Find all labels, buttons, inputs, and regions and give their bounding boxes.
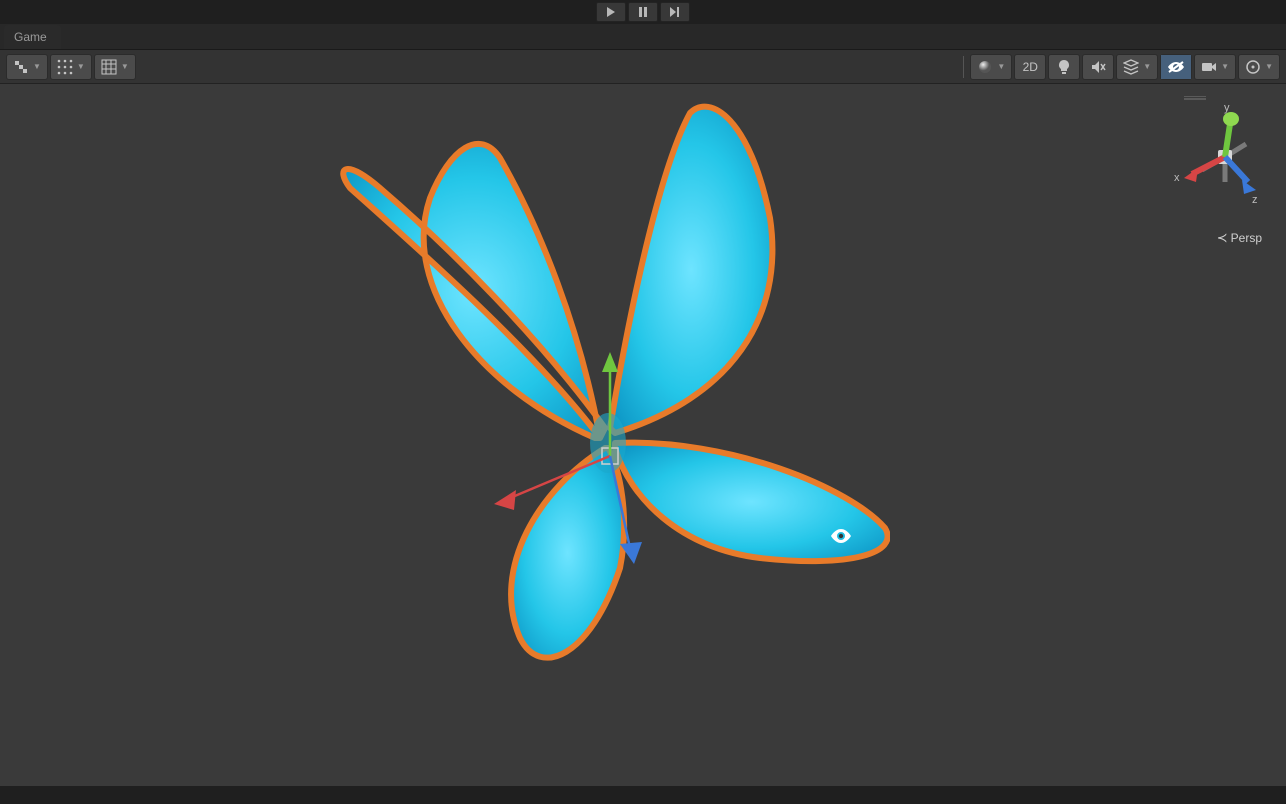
audio-group xyxy=(1082,54,1114,80)
eye-off-icon xyxy=(1167,60,1185,74)
status-bar xyxy=(0,786,1286,804)
step-button[interactable] xyxy=(660,2,690,22)
fx-button[interactable]: ▼ xyxy=(1117,55,1157,79)
projection-toggle[interactable]: Persp xyxy=(1217,230,1262,246)
draw-mode-group: ▼ xyxy=(970,54,1012,80)
grid-snap-button[interactable]: ▼ xyxy=(7,55,47,79)
chevron-down-icon: ▼ xyxy=(77,62,85,71)
play-icon xyxy=(606,7,616,17)
chevron-down-icon: ▼ xyxy=(121,62,129,71)
gizmos-icon xyxy=(1245,59,1261,75)
axis-label-x: x xyxy=(1174,172,1180,184)
gizmos-toggle-button[interactable]: ▼ xyxy=(1239,55,1279,79)
pause-icon xyxy=(638,7,648,17)
grid-icon xyxy=(101,59,117,75)
axis-label-y: y xyxy=(1224,102,1230,114)
audio-mute-icon xyxy=(1090,59,1106,75)
chevron-down-icon: ▼ xyxy=(1143,62,1151,71)
scene-toolbar: ▼ ▼ ▼ ▼ 2D xyxy=(0,50,1286,84)
toolbar-right-group: ▼ 2D ▼ xyxy=(959,54,1280,80)
tab-strip: Game xyxy=(0,24,1286,50)
toolbar-separator xyxy=(963,56,964,78)
pause-button[interactable] xyxy=(628,2,658,22)
camera-icon xyxy=(1201,61,1217,73)
toggle-2d-button[interactable]: 2D xyxy=(1015,55,1045,79)
chevron-down-icon: ▼ xyxy=(33,62,41,71)
overlay-drag-handle[interactable] xyxy=(1184,96,1206,100)
playback-controls xyxy=(0,0,1286,24)
chevron-down-icon: ▼ xyxy=(1265,62,1273,71)
grid-visibility-button[interactable]: ▼ xyxy=(95,55,135,79)
selected-object[interactable] xyxy=(330,98,890,678)
tab-game[interactable]: Game xyxy=(4,25,61,49)
camera-group: ▼ xyxy=(1194,54,1236,80)
view-2d-group: 2D xyxy=(1014,54,1046,80)
shaded-sphere-icon xyxy=(977,59,993,75)
increment-snap-group: ▼ xyxy=(50,54,92,80)
orientation-gizmo[interactable]: y x z Persp xyxy=(1178,102,1268,242)
fx-group: ▼ xyxy=(1116,54,1158,80)
chevron-down-icon: ▼ xyxy=(1221,62,1229,71)
step-forward-icon xyxy=(669,7,681,17)
move-gizmo[interactable] xyxy=(480,348,740,608)
scene-camera-button[interactable]: ▼ xyxy=(1195,55,1235,79)
scene-lighting-button[interactable] xyxy=(1049,55,1079,79)
draw-mode-button[interactable]: ▼ xyxy=(971,55,1011,79)
axis-label-z: z xyxy=(1252,194,1258,206)
scene-audio-button[interactable] xyxy=(1083,55,1113,79)
snap-tool-group: ▼ xyxy=(6,54,48,80)
play-button[interactable] xyxy=(596,2,626,22)
visibility-group xyxy=(1160,54,1192,80)
eye-icon xyxy=(830,528,852,544)
scene-visibility-button[interactable] xyxy=(1161,55,1191,79)
increment-snap-button[interactable]: ▼ xyxy=(51,55,91,79)
layers-icon xyxy=(1123,59,1139,75)
increment-snap-icon xyxy=(57,59,73,75)
grid-snap-icon xyxy=(13,59,29,75)
scene-viewport[interactable]: y x z Persp xyxy=(0,84,1286,786)
chevron-down-icon: ▼ xyxy=(997,62,1005,71)
lightbulb-icon xyxy=(1057,59,1071,75)
lighting-group xyxy=(1048,54,1080,80)
grid-visibility-group: ▼ xyxy=(94,54,136,80)
gizmos-group: ▼ xyxy=(1238,54,1280,80)
toolbar-left-group: ▼ ▼ ▼ xyxy=(6,54,136,80)
